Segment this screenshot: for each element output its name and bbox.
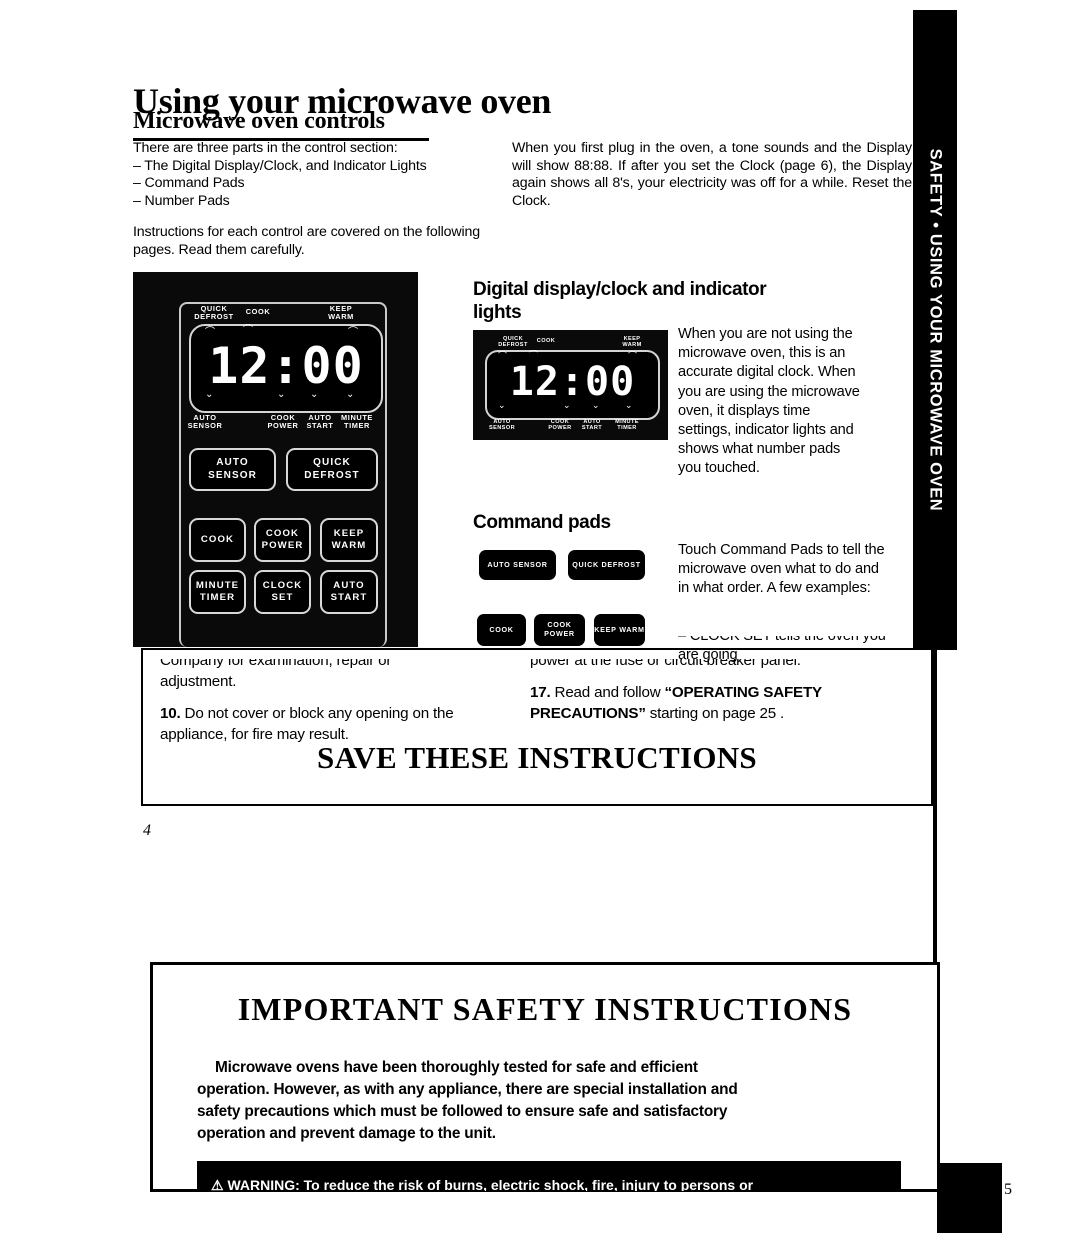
- save-instructions-banner: SAVE THESE INSTRUCTIONS: [317, 740, 757, 775]
- page5-body: Microwave ovens have been thoroughly tes…: [197, 1057, 901, 1145]
- indicator-tick: ⌒: [498, 351, 508, 361]
- page-number: 5: [1004, 1181, 1012, 1198]
- warning-text: ⚠ WARNING: To reduce the risk of burns, …: [211, 1177, 754, 1191]
- page5-body-line: Microwave ovens have been thoroughly tes…: [215, 1059, 698, 1076]
- digital-display-text: When you are not using the microwave ove…: [678, 326, 860, 477]
- bleed-item-17: 17. Read and follow “OPERATING SAFETY PR…: [530, 682, 930, 724]
- indicator-label-minute-timer: MINUTE TIMER: [341, 413, 373, 431]
- bleed-item-text-end: starting on page 25 .: [649, 705, 785, 722]
- digital-display: ⌒ ⌒ ⌒ 12:00 ⌄ ⌄ ⌄ ⌄: [189, 324, 383, 413]
- intro-lead: There are three parts in the control sec…: [133, 140, 398, 156]
- indicator-label-auto-start: AUTO START: [581, 419, 603, 432]
- digital-display: ⌒ ⌒ ⌒ 12:00 ⌄ ⌄ ⌄ ⌄: [485, 350, 660, 420]
- command-pads-text: Touch Command Pads to tell the microwave…: [678, 542, 885, 597]
- indicator-tick: ⌄: [310, 389, 319, 400]
- section-heading-wrap: Microwave oven controls: [133, 108, 429, 141]
- display-value: 12:00: [208, 337, 364, 395]
- section-heading: Microwave oven controls: [133, 108, 385, 134]
- page-number: 4: [143, 822, 151, 839]
- pad-quick-defrost[interactable]: QUICK DEFROST: [568, 550, 645, 580]
- indicator-label-quick-defrost: QUICK DEFROST: [498, 336, 528, 349]
- warning-bar: ⚠ WARNING: To reduce the risk of burns, …: [197, 1161, 901, 1191]
- indicator-tick: ⌄: [346, 389, 355, 400]
- bleed-right-column: power at the fuse or circuit breaker pan…: [530, 650, 930, 724]
- pad-minute-timer[interactable]: MINUTE TIMER: [189, 570, 246, 614]
- pad-auto-sensor[interactable]: AUTO SENSOR: [189, 448, 276, 491]
- indicator-tick: ⌄: [592, 400, 600, 410]
- command-pads-heading: Command pads: [473, 512, 611, 533]
- bleed-item-number: 10.: [160, 705, 181, 722]
- indicator-tick: ⌄: [498, 400, 506, 410]
- indicator-label-auto-sensor: AUTO SENSOR: [488, 419, 516, 432]
- indicator-label-cook-power: COOK POWER: [548, 419, 572, 432]
- intro-bullet: – Number Pads: [133, 192, 230, 209]
- indicator-label-auto-sensor: AUTO SENSOR: [187, 413, 223, 431]
- indicator-tick: ⌄: [625, 400, 633, 410]
- page5-body-line: operation and prevent damage to the unit…: [197, 1125, 496, 1142]
- pad-cook-power[interactable]: COOK POWER: [254, 518, 311, 562]
- intro-bullet: – Command Pads: [133, 175, 245, 192]
- bleed-item-number: 17.: [530, 684, 551, 701]
- control-panel-photo: QUICK DEFROST COOK KEEP WARM ⌒ ⌒ ⌒ 12:00…: [133, 272, 418, 647]
- bleed-line: power at the fuse or circuit breaker pan…: [530, 652, 801, 669]
- indicator-tick: ⌒: [243, 325, 253, 336]
- indicator-tick: ⌄: [205, 389, 214, 400]
- pad-clock-set[interactable]: CLOCK SET: [254, 570, 311, 614]
- indicator-label-cook-power: COOK POWER: [267, 413, 299, 431]
- bleed-line: Company for examination, repair or: [160, 652, 392, 669]
- pad-cook-power[interactable]: COOK POWER: [534, 614, 585, 646]
- digital-display-photo: QUICK DEFROST COOK KEEP WARM ⌒ ⌒ ⌒ 12:00…: [473, 330, 668, 440]
- display-value: 12:00: [509, 359, 636, 405]
- side-tab-label: SAFETY • USING YOUR MICROWAVE OVEN: [926, 148, 945, 512]
- bleed-item-text: Read and follow: [554, 684, 661, 701]
- side-tab: SAFETY • USING YOUR MICROWAVE OVEN: [913, 10, 957, 650]
- indicator-tick: ⌒: [205, 327, 215, 338]
- indicator-tick: ⌄: [563, 400, 571, 410]
- pad-auto-start[interactable]: AUTO START: [320, 570, 378, 614]
- indicator-tick: ⌒: [348, 327, 358, 338]
- intro-left-column: There are three parts in the control sec…: [133, 140, 493, 260]
- indicator-tick: ⌒: [529, 350, 539, 360]
- intro-paragraph: Instructions for each control are covere…: [133, 224, 480, 258]
- pad-cook[interactable]: COOK: [477, 614, 526, 646]
- intro-bullet: – The Digital Display/Clock, and Indicat…: [133, 157, 427, 174]
- pad-keep-warm[interactable]: KEEP WARM: [320, 518, 378, 562]
- indicator-label-auto-start: AUTO START: [306, 413, 334, 431]
- page5-body-line: safety precautions which must be followe…: [197, 1103, 728, 1120]
- bleed-line: adjustment.: [160, 673, 237, 690]
- page-5: IMPORTANT SAFETY INSTRUCTIONS Microwave …: [150, 962, 940, 1192]
- indicator-label-minute-timer: MINUTE TIMER: [615, 419, 639, 432]
- digital-display-heading: Digital display/clock and indicator ligh…: [473, 279, 767, 323]
- page-seam: [141, 648, 933, 649]
- pad-quick-defrost[interactable]: QUICK DEFROST: [286, 448, 378, 491]
- pad-keep-warm[interactable]: KEEP WARM: [594, 614, 645, 646]
- pad-cook[interactable]: COOK: [189, 518, 246, 562]
- indicator-label-keep-warm: KEEP WARM: [622, 336, 642, 349]
- page-corner-mark-tail: [937, 1190, 1001, 1233]
- pad-auto-sensor[interactable]: AUTO SENSOR: [479, 550, 556, 580]
- bleed-item-10: 10. Do not cover or block any opening on…: [160, 703, 515, 745]
- intro-right-column: When you first plug in the oven, a tone …: [512, 140, 912, 209]
- indicator-label-quick-defrost: QUICK DEFROST: [194, 304, 234, 322]
- page5-body-line: operation. However, as with any applianc…: [197, 1081, 738, 1098]
- indicator-tick: ⌄: [277, 389, 286, 400]
- page5-title: IMPORTANT SAFETY INSTRUCTIONS: [237, 991, 853, 1027]
- indicator-label-keep-warm: KEEP WARM: [328, 304, 354, 322]
- bleed-item-text: Do not cover or block any opening on the…: [160, 705, 454, 743]
- indicator-label-cook: COOK: [245, 307, 271, 316]
- bleed-left-column: Company for examination, repair or adjus…: [160, 650, 515, 745]
- indicator-label-cook: COOK: [536, 338, 556, 344]
